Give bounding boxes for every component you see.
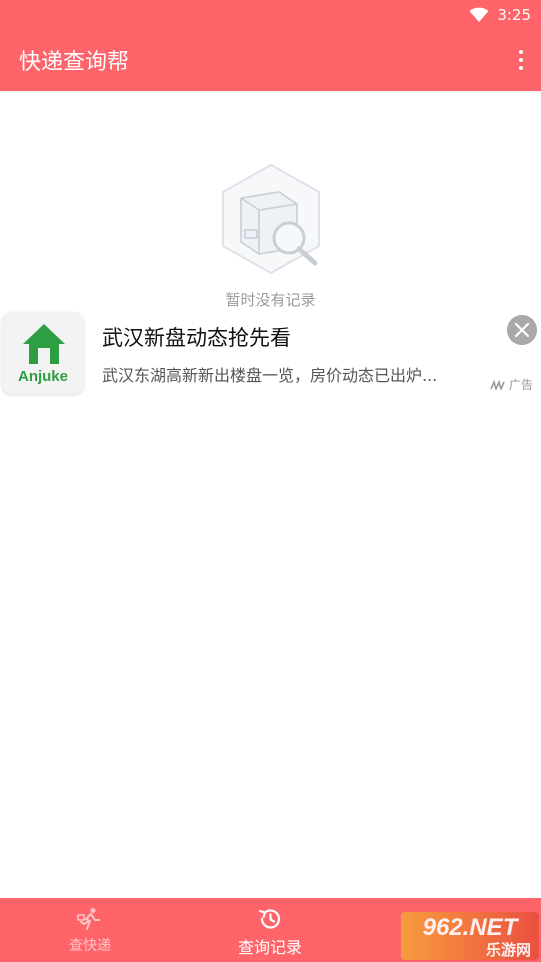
- watermark-top-text: 962.NET: [422, 914, 518, 941]
- tab-query-express-label: 查快递: [69, 938, 111, 954]
- ad-card[interactable]: Anjuke 武汉新盘动态抢先看 武汉东湖高新新出楼盘一览，房价动态已出炉...…: [0, 310, 541, 396]
- running-courier-icon: [77, 908, 100, 930]
- ad-label-text: 广告: [509, 378, 534, 392]
- tab-history[interactable]: 查询记录: [220, 898, 320, 962]
- ad-label: 广告: [490, 376, 533, 393]
- ad-logo-text: Anjuke: [17, 368, 68, 385]
- package-search-icon: [222, 163, 320, 275]
- ad-description: 武汉东湖高新新出楼盘一览，房价动态已出炉...: [102, 366, 438, 385]
- ad-title[interactable]: 武汉新盘动态抢先看: [102, 322, 291, 352]
- ad-app-logo[interactable]: Anjuke: [2, 312, 84, 394]
- watermark-logo: 962.NET 乐游网: [401, 912, 539, 960]
- more-vert-icon[interactable]: [517, 50, 525, 70]
- tab-history-label: 查询记录: [237, 938, 302, 957]
- app-bar: 3:25 快递查询帮: [0, 0, 541, 91]
- app-bar-shadow: [0, 91, 541, 94]
- house-icon: [23, 324, 65, 364]
- page-title: 快递查询帮: [19, 50, 130, 75]
- wifi-icon: [469, 7, 489, 22]
- tab-query-express[interactable]: 查快递: [40, 898, 140, 962]
- ad-brand-icon: [490, 379, 505, 390]
- watermark-bottom-text: 乐游网: [485, 941, 531, 959]
- status-time: 3:25: [497, 6, 531, 24]
- history-icon: [258, 909, 281, 929]
- empty-state-text: 暂时没有记录: [225, 291, 316, 309]
- status-bar: 3:25: [469, 6, 531, 24]
- close-icon[interactable]: [507, 315, 537, 345]
